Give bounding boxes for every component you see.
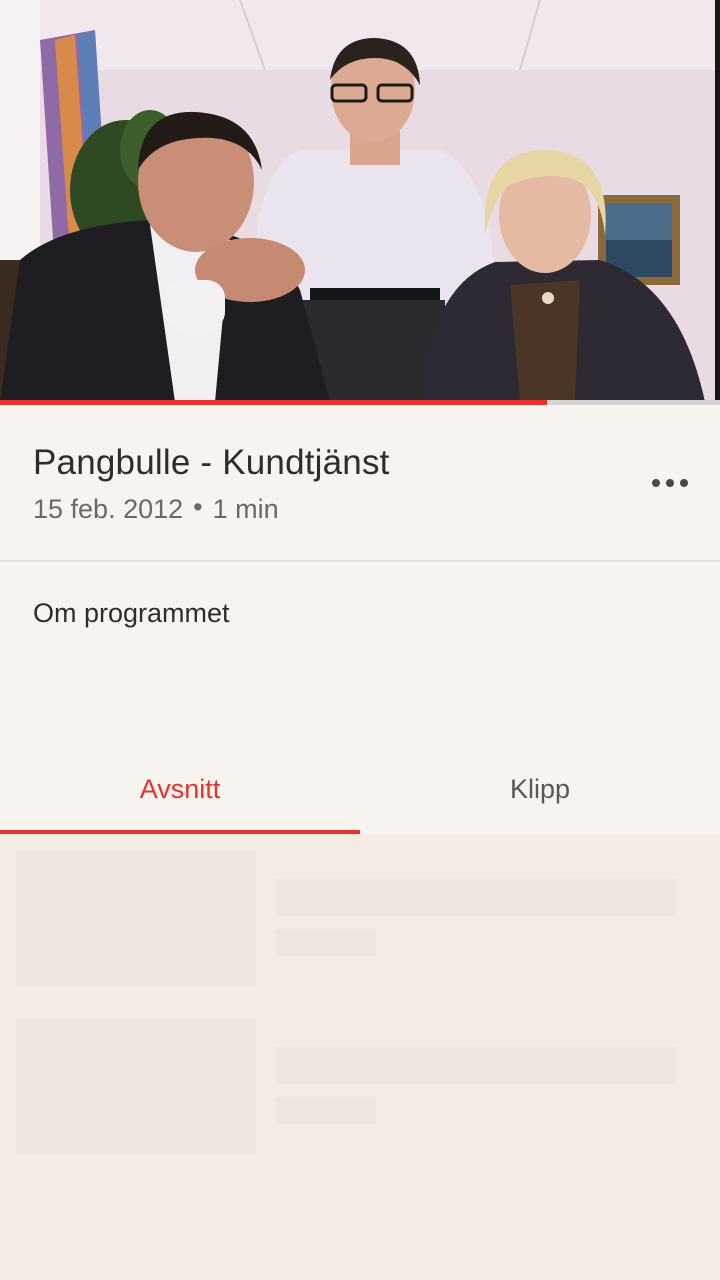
title-placeholder xyxy=(276,1047,676,1084)
program-meta: 15 feb. 2012 • 1 min xyxy=(33,492,279,525)
tab-clips[interactable]: Klipp xyxy=(360,745,720,834)
more-horizontal-icon-dot xyxy=(680,479,688,487)
program-info: Pangbulle - Kundtjänst 15 feb. 2012 • 1 mi… xyxy=(0,405,720,561)
program-title: Pangbulle - Kundtjänst xyxy=(33,443,390,482)
title-placeholder xyxy=(276,879,676,916)
more-options-button[interactable] xyxy=(640,463,700,503)
episode-list xyxy=(0,834,720,1280)
program-page: Pangbulle - Kundtjänst 15 feb. 2012 • 1 mi… xyxy=(0,0,720,1280)
thumbnail-placeholder xyxy=(16,850,256,986)
section-divider xyxy=(0,560,720,562)
thumbnail-placeholder xyxy=(16,1018,256,1154)
meta-placeholder xyxy=(276,929,376,956)
air-date: 15 feb. 2012 xyxy=(33,494,184,524)
meta-separator: • xyxy=(193,492,203,522)
about-program-link[interactable]: Om programmet xyxy=(33,598,230,629)
tab-bar: Avsnitt Klipp xyxy=(0,745,720,834)
more-horizontal-icon xyxy=(652,479,660,487)
more-horizontal-icon-dot xyxy=(666,479,674,487)
video-player[interactable] xyxy=(0,0,720,402)
duration: 1 min xyxy=(212,494,279,524)
video-frame xyxy=(0,0,720,402)
meta-placeholder xyxy=(276,1097,376,1124)
tab-episodes[interactable]: Avsnitt xyxy=(0,745,360,834)
